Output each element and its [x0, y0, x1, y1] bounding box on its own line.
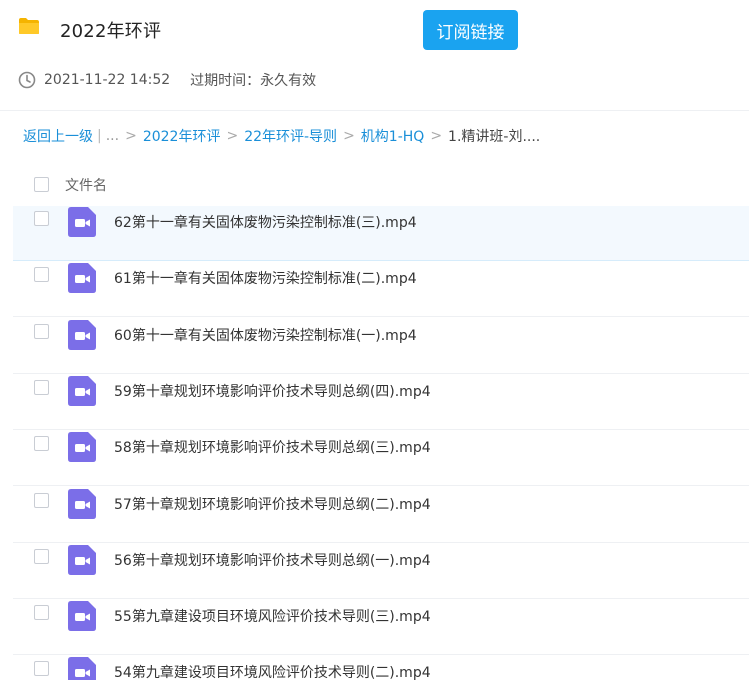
divider [0, 110, 749, 111]
folder-icon [19, 18, 39, 34]
video-file-icon [68, 544, 96, 575]
breadcrumb-item[interactable]: 机构1-HQ [361, 126, 425, 146]
file-name[interactable]: 58第十章规划环境影响评价技术导则总纲(三).mp4 [114, 437, 431, 457]
file-name[interactable]: 54第九章建设项目环境风险评价技术导则(二).mp4 [114, 662, 431, 680]
file-name[interactable]: 56第十章规划环境影响评价技术导则总纲(一).mp4 [114, 550, 431, 570]
video-file-icon [68, 657, 96, 680]
breadcrumb-item[interactable]: 2022年环评 [143, 126, 221, 146]
breadcrumb-current: 1.精讲班-刘.... [448, 129, 541, 145]
video-file-icon [68, 207, 96, 237]
file-checkbox[interactable] [34, 661, 49, 677]
video-file-icon [68, 432, 96, 463]
share-page: 2022年环评 订阅链接 2021-11-22 14:52 过期时间：永久有效 … [0, 0, 749, 680]
file-row[interactable]: 54第九章建设项目环境风险评价技术导则(二).mp4 [13, 656, 749, 680]
file-name[interactable]: 60第十一章有关固体废物污染控制标准(一).mp4 [114, 325, 417, 345]
page-title: 2022年环评 [60, 21, 162, 42]
file-checkbox[interactable] [34, 211, 49, 226]
file-row[interactable]: 61第十一章有关固体废物污染控制标准(二).mp4 [13, 262, 749, 318]
file-checkbox[interactable] [34, 492, 49, 508]
file-checkbox[interactable] [34, 323, 49, 339]
video-file-icon [68, 263, 96, 294]
video-file-icon [68, 375, 96, 406]
back-link[interactable]: 返回上一级 [23, 126, 93, 146]
clock-icon [18, 71, 36, 89]
created-time: 2021-11-22 14:52 [44, 72, 171, 88]
file-checkbox[interactable] [34, 436, 49, 452]
chevron-right-icon: > [125, 128, 137, 144]
file-row[interactable]: 58第十章规划环境影响评价技术导则总纲(三).mp4 [13, 431, 749, 487]
file-name[interactable]: 57第十章规划环境影响评价技术导则总纲(二).mp4 [114, 494, 431, 514]
chevron-right-icon: > [430, 128, 443, 144]
file-name[interactable]: 55第九章建设项目环境风险评价技术导则(三).mp4 [114, 606, 431, 626]
file-checkbox[interactable] [34, 379, 49, 395]
breadcrumb-item[interactable]: 22年环评-导则 [244, 126, 337, 146]
chevron-right-icon: > [226, 128, 239, 144]
file-row[interactable]: 59第十章规划环境影响评价技术导则总纲(四).mp4 [13, 375, 749, 430]
header: 2022年环评 订阅链接 [0, 0, 749, 60]
file-checkbox[interactable] [34, 548, 49, 564]
file-row[interactable]: 56第十章规划环境影响评价技术导则总纲(一).mp4 [13, 544, 749, 599]
video-file-icon [68, 488, 96, 519]
video-file-icon [68, 319, 96, 350]
file-name[interactable]: 59第十章规划环境影响评价技术导则总纲(四).mp4 [114, 381, 431, 401]
file-row[interactable]: 57第十章规划环境影响评价技术导则总纲(二).mp4 [13, 488, 749, 543]
file-checkbox[interactable] [34, 267, 49, 283]
video-file-icon [68, 601, 96, 632]
share-meta: 2021-11-22 14:52 过期时间：永久有效 [18, 70, 316, 90]
select-all-checkbox[interactable] [34, 177, 49, 192]
column-filename[interactable]: 文件名 [65, 175, 107, 195]
file-name[interactable]: 61第十一章有关固体废物污染控制标准(二).mp4 [114, 268, 417, 288]
file-row[interactable]: 62第十一章有关固体废物污染控制标准(三).mp4 [13, 206, 749, 261]
expire-info: 过期时间：永久有效 [190, 73, 317, 89]
breadcrumb-pipe: | [97, 128, 102, 144]
breadcrumb-ellipsis[interactable]: ... [106, 128, 119, 144]
file-list-header: 文件名 [0, 168, 749, 200]
file-name[interactable]: 62第十一章有关固体废物污染控制标准(三).mp4 [114, 212, 417, 232]
file-row[interactable]: 55第九章建设项目环境风险评价技术导则(三).mp4 [13, 600, 749, 656]
file-row[interactable]: 60第十一章有关固体废物污染控制标准(一).mp4 [13, 319, 749, 374]
breadcrumb: 返回上一级 | ... > 2022年环评 > 22年环评-导则 > 机构1-H… [23, 126, 540, 146]
file-checkbox[interactable] [34, 605, 49, 621]
chevron-right-icon: > [343, 128, 355, 144]
subscribe-link-button[interactable]: 订阅链接 [423, 10, 518, 50]
